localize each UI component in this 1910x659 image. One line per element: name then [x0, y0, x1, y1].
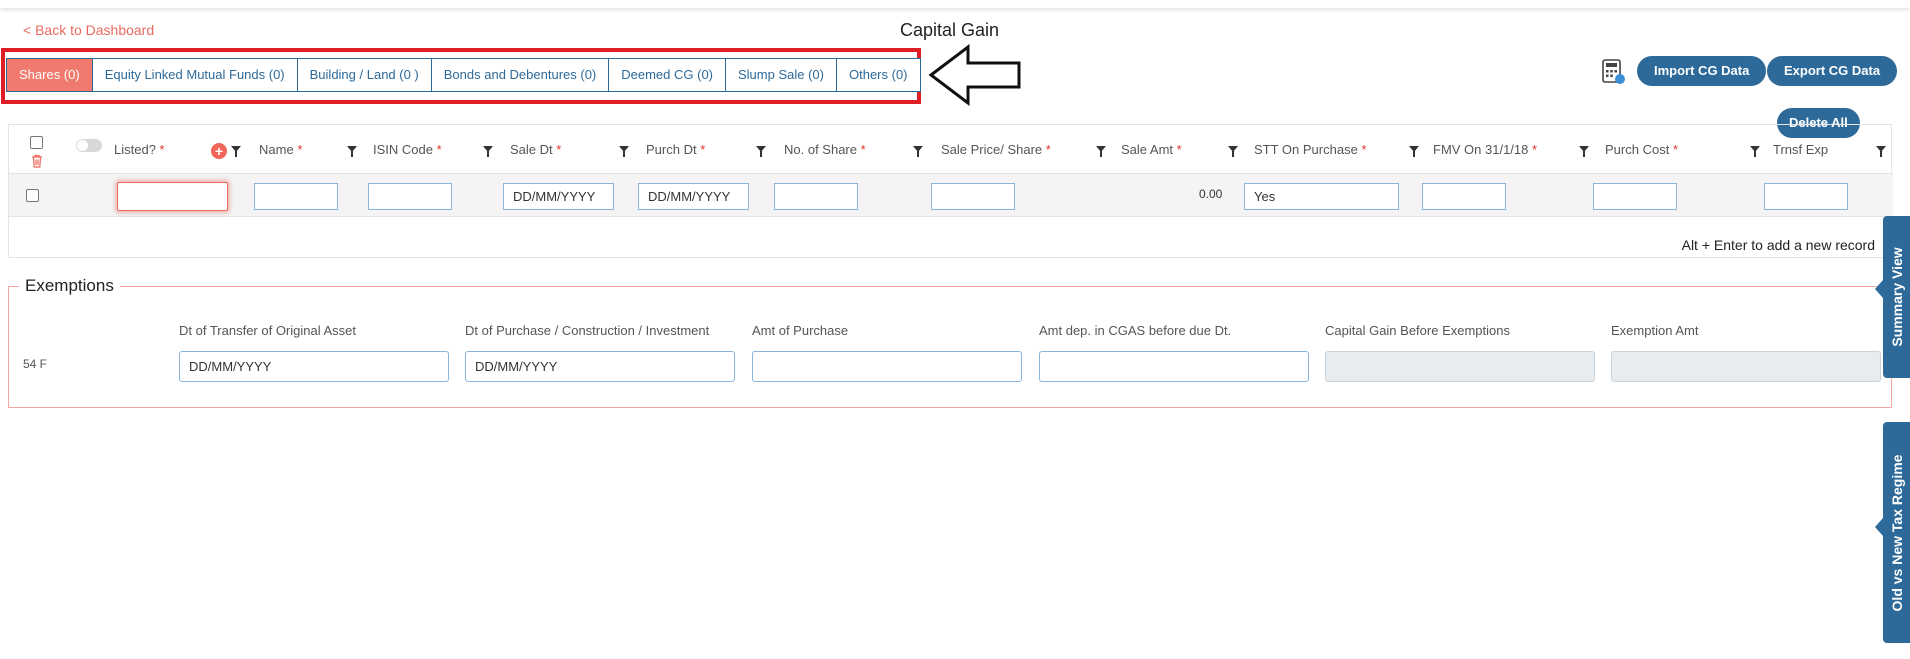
sale-date-input[interactable]: DD/MM/YYYY	[503, 183, 614, 210]
col-name: Name *	[259, 142, 303, 157]
isin-code-input[interactable]	[368, 183, 452, 210]
summary-view-tab[interactable]: Summary View	[1875, 216, 1910, 378]
tab-building-land[interactable]: Building / Land (0 )	[297, 59, 432, 91]
sale-price-input[interactable]	[931, 183, 1015, 210]
table-row: DD/MM/YYYY DD/MM/YYYY 0.00 Yes	[9, 173, 1893, 217]
filter-icon[interactable]	[1876, 146, 1886, 157]
filter-icon[interactable]	[619, 146, 629, 157]
filter-icon[interactable]	[347, 146, 357, 157]
select-all-checkbox[interactable]	[30, 136, 43, 149]
tab-slump-sale[interactable]: Slump Sale (0)	[726, 59, 837, 91]
filter-icon[interactable]	[1579, 146, 1589, 157]
col-no-of-share: No. of Share *	[784, 142, 866, 157]
filter-icon[interactable]	[1409, 146, 1419, 157]
top-bar	[0, 0, 1910, 8]
listed-toggle[interactable]	[76, 139, 102, 152]
col-isin-code: ISIN Code *	[373, 142, 442, 157]
left-arrow-icon	[928, 44, 1021, 106]
exemption-section-label: 54 F	[23, 357, 48, 371]
filter-icon[interactable]	[231, 146, 241, 157]
col-purch-cost: Purch Cost *	[1605, 142, 1678, 157]
tab-others[interactable]: Others (0)	[836, 59, 920, 91]
amt-of-purchase-input[interactable]	[752, 351, 1022, 382]
export-cg-data-button[interactable]: Export CG Data	[1767, 56, 1898, 86]
old-vs-new-tax-regime-tab[interactable]: Old vs New Tax Regime	[1875, 422, 1910, 643]
add-icon[interactable]: +	[211, 143, 227, 159]
col-sale-price-share: Sale Price/ Share *	[941, 142, 1051, 157]
sale-amount-value: 0.00	[1199, 187, 1223, 201]
exemption-field-label: Amt dep. in CGAS before due Dt.	[1039, 323, 1232, 338]
notch-icon	[1875, 280, 1883, 298]
import-cg-data-button[interactable]: Import CG Data	[1637, 56, 1767, 86]
purchase-construction-date-input[interactable]: DD/MM/YYYY	[465, 351, 735, 382]
transfer-expense-input[interactable]	[1764, 183, 1848, 210]
filter-icon[interactable]	[913, 146, 923, 157]
tab-bonds-debentures[interactable]: Bonds and Debentures (0)	[431, 59, 610, 91]
exemption-field-label: Capital Gain Before Exemptions	[1325, 323, 1510, 338]
exemptions-title: Exemptions	[19, 276, 120, 296]
filter-icon[interactable]	[1096, 146, 1106, 157]
listed-input[interactable]	[117, 182, 228, 211]
transfer-date-input[interactable]: DD/MM/YYYY	[179, 351, 449, 382]
add-record-hint: Alt + Enter to add a new record	[1681, 237, 1875, 253]
category-tabs: Shares (0) Equity Linked Mutual Funds (0…	[6, 58, 921, 92]
col-sale-amt: Sale Amt *	[1121, 142, 1182, 157]
exemption-amt-field	[1611, 351, 1881, 382]
col-stt-on-purchase: STT On Purchase *	[1254, 142, 1367, 157]
col-purch-dt: Purch Dt *	[646, 142, 706, 157]
row-checkbox[interactable]	[26, 189, 39, 202]
fmv-input[interactable]	[1422, 183, 1506, 210]
col-trnsf-exp: Trnsf Exp	[1773, 142, 1829, 157]
exemption-field-label: Dt of Transfer of Original Asset	[179, 323, 357, 338]
filter-icon[interactable]	[1228, 146, 1238, 157]
name-input[interactable]	[254, 183, 338, 210]
col-fmv: FMV On 31/1/18 *	[1433, 142, 1538, 157]
trash-icon[interactable]	[31, 154, 43, 168]
purchase-date-input[interactable]: DD/MM/YYYY	[638, 183, 749, 210]
exemption-field-label: Amt of Purchase	[752, 323, 849, 338]
filter-icon[interactable]	[1750, 146, 1760, 157]
shares-grid: Listed? * + Name * ISIN Code * Sale Dt *…	[8, 124, 1893, 258]
page-title: Capital Gain	[900, 20, 1000, 40]
no-of-share-input[interactable]	[774, 183, 858, 210]
filter-icon[interactable]	[756, 146, 766, 157]
col-sale-dt: Sale Dt *	[510, 142, 562, 157]
purchase-cost-input[interactable]	[1593, 183, 1677, 210]
exemptions-section: Exemptions 54 F Dt of Transfer of Origin…	[8, 276, 1892, 408]
tab-equity-mutual-funds[interactable]: Equity Linked Mutual Funds (0)	[92, 59, 298, 91]
col-listed: Listed? *	[114, 142, 165, 157]
filter-icon[interactable]	[483, 146, 493, 157]
notch-icon	[1875, 518, 1883, 536]
grid-header: Listed? * + Name * ISIN Code * Sale Dt *…	[9, 125, 1893, 173]
exemption-field-label: Dt of Purchase / Construction / Investme…	[465, 323, 710, 338]
tab-shares[interactable]: Shares (0)	[7, 59, 93, 91]
calculator-icon[interactable]	[1602, 59, 1626, 85]
tab-deemed-cg[interactable]: Deemed CG (0)	[609, 59, 726, 91]
capital-gain-before-exemptions-field	[1325, 351, 1595, 382]
back-to-dashboard-link[interactable]: < Back to Dashboard	[23, 22, 154, 38]
stt-on-purchase-select[interactable]: Yes	[1244, 183, 1399, 210]
cgas-deposit-input[interactable]	[1039, 351, 1309, 382]
exemption-field-label: Exemption Amt	[1611, 323, 1699, 338]
